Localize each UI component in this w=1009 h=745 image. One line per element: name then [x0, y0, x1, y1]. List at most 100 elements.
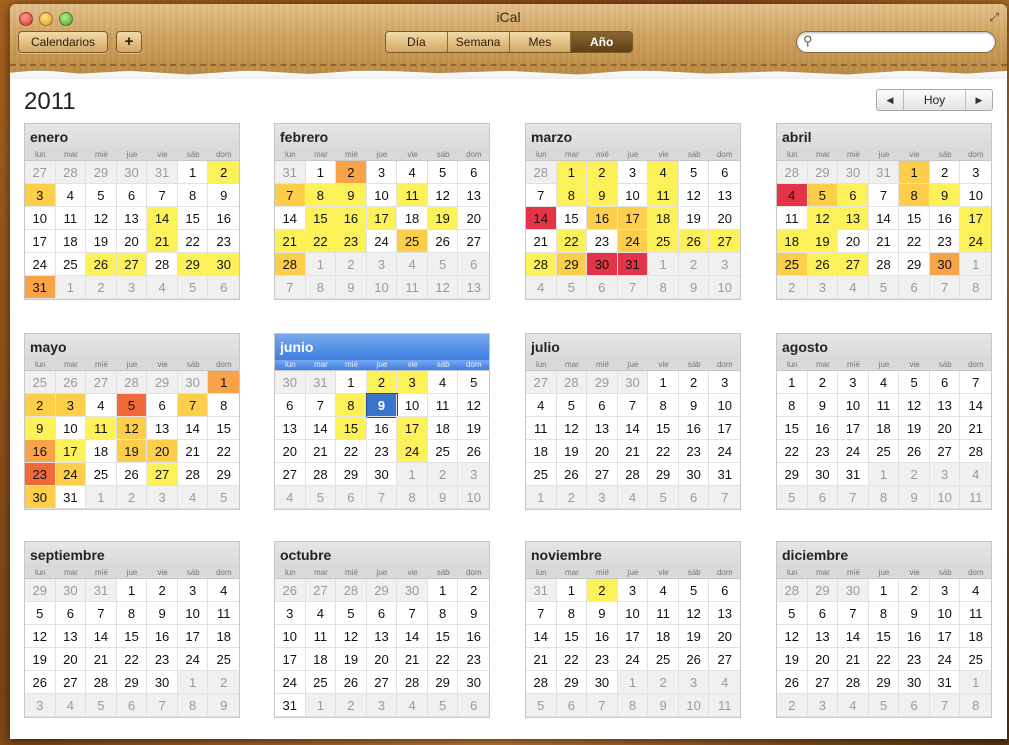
day-cell[interactable]: 25	[648, 648, 679, 671]
day-cell[interactable]: 2	[25, 394, 56, 417]
day-cell[interactable]: 12	[427, 276, 459, 299]
day-cell[interactable]: 19	[116, 440, 148, 463]
day-cell[interactable]: 21	[305, 440, 337, 463]
day-cell[interactable]: 29	[556, 671, 588, 694]
day-cell[interactable]: 6	[366, 602, 398, 625]
day-cell[interactable]: 15	[427, 625, 459, 648]
day-cell[interactable]: 2	[336, 694, 367, 717]
day-cell[interactable]: 2	[208, 671, 239, 694]
day-cell[interactable]: 30	[807, 463, 839, 486]
day-cell[interactable]: 6	[147, 394, 178, 417]
day-cell[interactable]: 25	[208, 648, 239, 671]
day-cell[interactable]: 7	[526, 602, 557, 625]
day-cell[interactable]: 26	[336, 671, 367, 694]
day-cell[interactable]: 3	[807, 276, 839, 299]
day-cell[interactable]: 4	[147, 276, 178, 299]
day-cell[interactable]: 8	[305, 276, 337, 299]
day-cell[interactable]: 16	[25, 440, 56, 463]
month-header[interactable]: julio	[526, 334, 740, 360]
day-cell[interactable]: 3	[458, 463, 489, 486]
day-cell[interactable]: 16	[366, 417, 398, 440]
day-cell[interactable]: 18	[960, 625, 991, 648]
day-cell[interactable]: 25	[305, 671, 337, 694]
day-cell[interactable]: 21	[838, 648, 869, 671]
day-cell[interactable]: 20	[147, 440, 178, 463]
month-header[interactable]: marzo	[526, 124, 740, 150]
day-cell[interactable]: 3	[25, 694, 56, 717]
day-cell[interactable]: 7	[366, 486, 398, 509]
day-cell[interactable]: 22	[305, 230, 337, 253]
day-cell[interactable]: 1	[427, 579, 459, 602]
day-cell[interactable]: 11	[208, 602, 239, 625]
day-cell[interactable]: 22	[208, 440, 239, 463]
day-cell[interactable]: 3	[929, 579, 961, 602]
day-cell[interactable]: 5	[25, 602, 56, 625]
day-cell[interactable]: 24	[617, 230, 649, 253]
day-cell[interactable]: 3	[25, 184, 56, 207]
day-cell[interactable]: 3	[617, 161, 649, 184]
day-cell[interactable]: 18	[868, 417, 900, 440]
day-cell[interactable]: 4	[427, 371, 459, 394]
day-cell[interactable]: 25	[526, 463, 557, 486]
day-cell[interactable]: 23	[678, 440, 710, 463]
day-cell[interactable]: 18	[208, 625, 239, 648]
day-cell[interactable]: 17	[177, 625, 209, 648]
day-cell[interactable]: 1	[648, 253, 679, 276]
day-cell[interactable]: 3	[177, 579, 209, 602]
day-cell[interactable]: 4	[648, 579, 679, 602]
day-cell[interactable]: 7	[275, 184, 306, 207]
day-cell[interactable]: 9	[648, 694, 679, 717]
day-cell[interactable]: 27	[838, 253, 869, 276]
day-cell[interactable]: 22	[648, 440, 679, 463]
day-cell[interactable]: 8	[305, 184, 337, 207]
day-cell[interactable]: 12	[116, 417, 148, 440]
day-cell[interactable]: 11	[397, 184, 428, 207]
day-cell[interactable]: 9	[899, 486, 930, 509]
day-cell[interactable]: 10	[678, 694, 710, 717]
day-cell[interactable]: 15	[899, 207, 930, 230]
day-cell[interactable]: 26	[427, 230, 459, 253]
day-cell[interactable]: 31	[275, 161, 306, 184]
day-cell[interactable]: 8	[116, 602, 148, 625]
day-cell[interactable]: 5	[678, 161, 710, 184]
day-cell[interactable]: 2	[458, 579, 489, 602]
day-cell[interactable]: 1	[55, 276, 87, 299]
day-cell[interactable]: 14	[147, 207, 178, 230]
day-cell[interactable]: 17	[617, 625, 649, 648]
day-cell[interactable]: 3	[709, 371, 740, 394]
day-cell[interactable]: 17	[838, 417, 869, 440]
day-cell[interactable]: 8	[177, 184, 209, 207]
day-cell[interactable]: 21	[397, 648, 428, 671]
day-cell[interactable]: 1	[960, 671, 991, 694]
day-cell[interactable]: 4	[617, 486, 649, 509]
day-cell[interactable]: 28	[147, 253, 178, 276]
day-cell[interactable]: 20	[709, 207, 740, 230]
day-cell[interactable]: 28	[336, 579, 367, 602]
day-cell[interactable]: 25	[777, 253, 808, 276]
day-cell[interactable]: 13	[458, 276, 489, 299]
next-year-button[interactable]: ▶	[966, 90, 992, 110]
day-cell[interactable]: 25	[960, 648, 991, 671]
day-cell[interactable]: 29	[427, 671, 459, 694]
day-cell[interactable]: 28	[526, 671, 557, 694]
day-cell[interactable]: 13	[709, 184, 740, 207]
day-cell[interactable]: 27	[25, 161, 56, 184]
day-cell[interactable]: 24	[25, 253, 56, 276]
day-cell[interactable]: 27	[709, 230, 740, 253]
day-cell[interactable]: 1	[899, 161, 930, 184]
day-cell[interactable]: 2	[777, 276, 808, 299]
day-cell[interactable]: 6	[458, 253, 489, 276]
day-cell[interactable]: 29	[116, 671, 148, 694]
day-cell[interactable]: 3	[929, 463, 961, 486]
day-cell[interactable]: 8	[868, 486, 900, 509]
day-cell[interactable]: 4	[960, 579, 991, 602]
day-cell[interactable]: 21	[868, 230, 900, 253]
day-cell[interactable]: 22	[868, 648, 900, 671]
day-cell[interactable]: 24	[929, 648, 961, 671]
day-cell[interactable]: 3	[587, 486, 618, 509]
day-cell[interactable]: 12	[678, 184, 710, 207]
day-cell[interactable]: 1	[397, 463, 428, 486]
day-cell[interactable]: 9	[147, 602, 178, 625]
day-cell[interactable]: 6	[709, 161, 740, 184]
day-cell[interactable]: 10	[929, 602, 961, 625]
